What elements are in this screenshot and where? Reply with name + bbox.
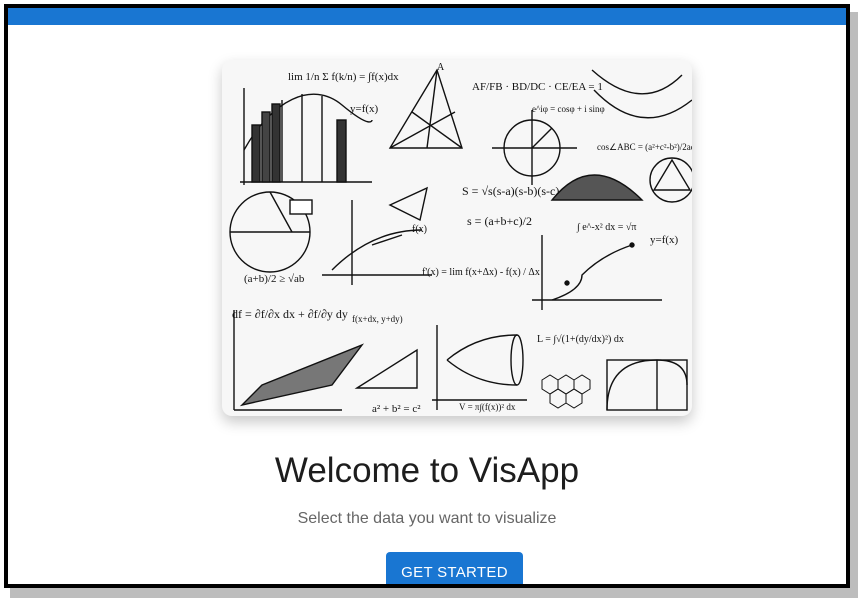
app-window: lim 1/n Σ f(k/n) = ∫f(x)dx y=f(x) A AF/F…	[4, 4, 850, 588]
page-subtitle: Select the data you want to visualize	[297, 510, 557, 527]
svg-text:(a+b)/2 ≥ √ab: (a+b)/2 ≥ √ab	[244, 273, 305, 285]
right-triangle	[354, 348, 418, 389]
circle-geometry	[229, 191, 313, 273]
svg-text:A: A	[437, 62, 445, 73]
svg-text:s = (a+b+c)/2: s = (a+b+c)/2	[467, 214, 532, 228]
hex-lattice	[541, 374, 591, 409]
svg-text:f(x): f(x)	[412, 224, 427, 235]
svg-text:AF/FB · BD/DC · CE/EA = 1: AF/FB · BD/DC · CE/EA = 1	[472, 81, 603, 93]
surface-plot	[233, 310, 365, 411]
golden-spiral	[606, 359, 688, 411]
svg-text:∫ e^-x² dx = √π: ∫ e^-x² dx = √π	[576, 222, 636, 233]
svg-text:V = π∫(f(x))² dx: V = π∫(f(x))² dx	[459, 402, 516, 413]
svg-text:f(x+dx, y+dy): f(x+dx, y+dy)	[352, 314, 403, 324]
math-formulas-illustration-icon: lim 1/n Σ f(k/n) = ∫f(x)dx y=f(x) A AF/F…	[229, 62, 692, 415]
unit-circle	[492, 110, 577, 185]
formula-text: lim 1/n Σ f(k/n) = ∫f(x)dx	[288, 71, 399, 83]
arc-length-graph	[532, 235, 662, 310]
hero-image: lim 1/n Σ f(k/n) = ∫f(x)dx y=f(x) A AF/F…	[222, 60, 692, 416]
svg-text:S = √s(s-a)(s-b)(s-c): S = √s(s-a)(s-b)(s-c)	[462, 184, 559, 198]
hyperbola-curve	[591, 69, 692, 119]
inscribed-circle	[649, 157, 692, 203]
svg-text:f'(x) = lim f(x+Δx) - f(x) / Δ: f'(x) = lim f(x+Δx) - f(x) / Δx	[422, 267, 540, 278]
app-bar	[8, 8, 846, 25]
page-title: Welcome to VisApp	[274, 451, 580, 490]
svg-text:y=f(x): y=f(x)	[650, 234, 679, 246]
revolution-solid	[432, 325, 527, 410]
svg-text:cos∠ABC = (a²+c²-b²)/2ac: cos∠ABC = (a²+c²-b²)/2ac	[597, 142, 692, 152]
svg-text:y=f(x): y=f(x)	[350, 103, 379, 115]
svg-text:df = ∂f/∂x dx + ∂f/∂y dy: df = ∂f/∂x dx + ∂f/∂y dy	[232, 307, 348, 321]
small-triangle	[388, 186, 428, 222]
svg-text:e^iφ = cosφ + i sinφ: e^iφ = cosφ + i sinφ	[532, 104, 605, 114]
svg-text:a² + b² = c²: a² + b² = c²	[372, 403, 421, 415]
gaussian-curve	[550, 174, 644, 201]
triangle-cevians	[388, 68, 463, 149]
svg-text:L = ∫√(1+(dy/dx)²) dx: L = ∫√(1+(dy/dx)²) dx	[537, 334, 624, 345]
derivative-graph	[322, 200, 432, 285]
get-started-button[interactable]: GET STARTED	[386, 552, 523, 584]
